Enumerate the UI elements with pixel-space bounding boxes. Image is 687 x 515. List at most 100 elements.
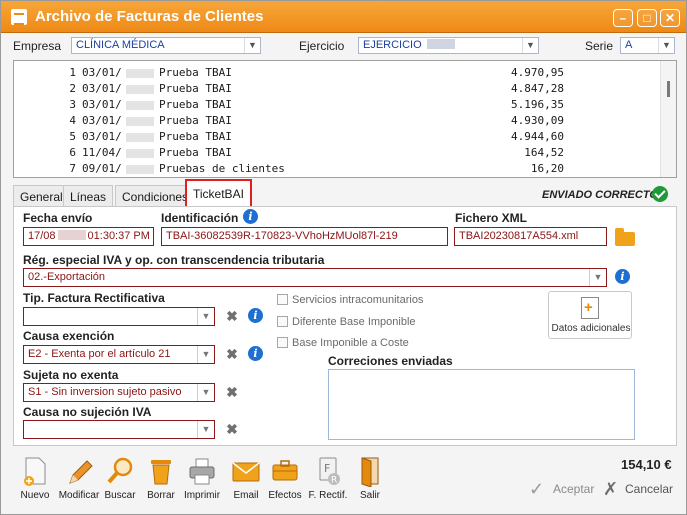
cancel-x-icon: ✗ [603, 479, 619, 499]
efectos-button[interactable]: Efectos [261, 453, 309, 509]
checkbox-box[interactable] [277, 337, 288, 348]
folder-icon[interactable] [615, 228, 635, 246]
checkbox-box[interactable] [277, 294, 288, 305]
chevron-down-icon[interactable]: ▼ [197, 384, 214, 401]
invoice-number: 5 [69, 130, 76, 143]
close-icon[interactable]: ✕ [660, 9, 680, 27]
invoice-amount: 5.196,35 [511, 98, 564, 111]
list-item[interactable]: 5 03/01/Prueba TBAI 4.944,60 [14, 130, 654, 145]
causa-exencion-select[interactable]: E2 - Exenta por el artículo 21 ▼ [23, 345, 215, 364]
invoice-date: 03/01/ [82, 130, 122, 143]
nuevo-button[interactable]: Nuevo [11, 453, 59, 509]
servicios-intracomunitarios-checkbox[interactable]: Servicios intracomunitarios [277, 294, 423, 306]
info-icon[interactable]: i [615, 269, 630, 284]
info-icon[interactable]: i [248, 346, 263, 361]
info-icon[interactable]: i [248, 308, 263, 323]
f-rectif-button[interactable]: FR F. Rectif. [304, 453, 352, 509]
invoice-date: 03/01/ [82, 98, 122, 111]
serie-select[interactable]: A ▼ [620, 37, 675, 54]
chevron-down-icon[interactable]: ▼ [197, 421, 214, 438]
sujeta-label: Sujeta no exenta [23, 368, 119, 382]
total-amount: 154,10 € [621, 457, 672, 472]
efectos-label: Efectos [268, 490, 302, 501]
diferente-base-checkbox[interactable]: Diferente Base Imponible [277, 316, 416, 328]
fichero-xml-label: Fichero XML [455, 211, 528, 225]
salir-button[interactable]: Salir [346, 453, 394, 509]
clear-icon[interactable]: ✖ [225, 422, 239, 436]
minimize-icon[interactable]: – [613, 9, 633, 27]
nuevo-label: Nuevo [20, 490, 50, 501]
list-item[interactable]: 1 03/01/Prueba TBAI 4.970,95 [14, 66, 654, 81]
ejercicio-value: EJERCICIO [363, 39, 422, 51]
invoice-list[interactable]: 1 03/01/Prueba TBAI 4.970,95 2 03/01/Prueba … [13, 60, 677, 178]
chevron-down-icon[interactable]: ▼ [197, 346, 214, 363]
imprimir-label: Imprimir [183, 490, 221, 501]
window-title: Archivo de Facturas de Clientes [35, 8, 264, 25]
correcciones-textarea[interactable] [328, 369, 635, 440]
invoice-description: Prueba TBAI [159, 130, 232, 143]
list-item[interactable]: 7 09/01/Pruebas de clientes 16,20 [14, 162, 654, 177]
identificacion-field[interactable]: TBAI-36082539R-170823-VVhoHzMUol87l-219 [161, 227, 448, 246]
pencil-icon [69, 460, 93, 484]
maximize-icon[interactable]: □ [637, 9, 657, 27]
list-item[interactable]: 4 03/01/Prueba TBAI 4.930,09 [14, 114, 654, 129]
list-scrollbar[interactable] [660, 61, 676, 177]
invoice-date: 03/01/ [82, 66, 122, 79]
aceptar-button[interactable]: ✓ Aceptar [529, 479, 594, 500]
app-icon [11, 9, 27, 25]
clear-icon[interactable]: ✖ [225, 385, 239, 399]
rectified-invoice-icon: FR [319, 457, 340, 486]
ejercicio-select[interactable]: EJERCICIO ▼ [358, 37, 539, 54]
causa-exencion-label: Causa exención [23, 329, 115, 343]
salir-label: Salir [359, 490, 380, 501]
checkbox-box[interactable] [277, 316, 288, 327]
chevron-down-icon[interactable]: ▼ [244, 38, 260, 53]
regimen-select[interactable]: 02.-Exportación ▼ [23, 268, 607, 287]
regimen-value: 02.-Exportación [28, 271, 106, 283]
invoice-amount: 164,52 [524, 146, 564, 159]
title-bar: Archivo de Facturas de Clientes – □ ✕ [1, 1, 686, 33]
serie-label: Serie [585, 39, 614, 53]
invoice-date: 03/01/ [82, 114, 122, 127]
f-rectif-label: F. Rectif. [308, 490, 348, 501]
chevron-down-icon[interactable]: ▼ [589, 269, 606, 286]
base-coste-checkbox[interactable]: Base Imponible a Coste [277, 337, 409, 349]
envelope-icon [232, 462, 260, 482]
invoice-number: 4 [69, 114, 76, 127]
chevron-down-icon[interactable]: ▼ [522, 38, 538, 53]
list-item[interactable]: 3 03/01/Prueba TBAI 5.196,35 [14, 98, 654, 113]
tab-condiciones[interactable]: Condiciones [115, 185, 196, 207]
tab-ticketbai[interactable]: TicketBAI [185, 179, 252, 208]
empresa-select[interactable]: CLÍNICA MÉDICA ▼ [71, 37, 261, 54]
invoice-amount: 4.930,09 [511, 114, 564, 127]
chevron-down-icon[interactable]: ▼ [197, 308, 214, 325]
invoice-date: 03/01/ [82, 82, 122, 95]
clear-icon[interactable]: ✖ [225, 347, 239, 361]
scroll-thumb[interactable] [667, 81, 670, 97]
empresa-label: Empresa [13, 39, 62, 53]
cancelar-button[interactable]: ✗ Cancelar [603, 479, 673, 500]
fecha-envio-field[interactable]: 17/08 01:30:37 PM [23, 227, 154, 246]
list-item[interactable]: 2 03/01/Prueba TBAI 4.847,28 [14, 82, 654, 97]
invoice-amount: 4.944,60 [511, 130, 564, 143]
clear-icon[interactable]: ✖ [225, 309, 239, 323]
tab-general[interactable]: General [13, 185, 70, 207]
tip-factura-select[interactable]: ▼ [23, 307, 215, 326]
imprimir-button[interactable]: Imprimir [178, 453, 226, 509]
tip-factura-label: Tip. Factura Rectificativa [23, 291, 165, 305]
checkmark-icon: ✓ [529, 479, 545, 499]
invoice-number: 6 [69, 146, 76, 159]
aceptar-label: Aceptar [553, 482, 595, 496]
checkbox-label: Servicios intracomunitarios [292, 294, 424, 306]
fichero-xml-field[interactable]: TBAI20230817A554.xml [454, 227, 607, 246]
datos-adicionales-button[interactable]: Datos adicionales [548, 291, 632, 339]
info-icon[interactable]: i [243, 209, 258, 224]
ejercicio-label: Ejercicio [299, 39, 345, 53]
tab-lineas[interactable]: Líneas [63, 185, 114, 207]
no-sujecion-select[interactable]: ▼ [23, 420, 215, 439]
invoice-description: Pruebas de clientes [159, 162, 285, 175]
sujeta-select[interactable]: S1 - Sin inversion sujeto pasivo ▼ [23, 383, 215, 402]
list-item[interactable]: 6 11/04/Prueba TBAI 164,52 [14, 146, 654, 161]
chevron-down-icon[interactable]: ▼ [658, 38, 674, 53]
regimen-label: Rég. especial IVA y op. con transcendenc… [23, 253, 325, 267]
